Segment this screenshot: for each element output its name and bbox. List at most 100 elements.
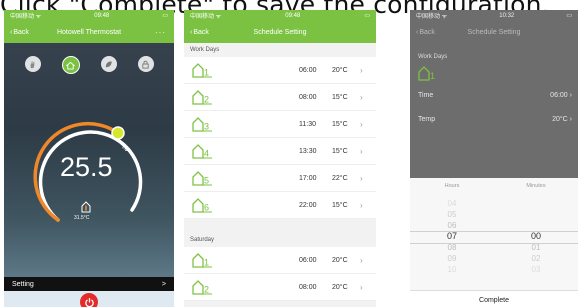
minute-option[interactable]: 03 [494, 264, 578, 275]
back-button[interactable]: ‹ Back [416, 29, 435, 36]
eco-mode-button[interactable] [100, 56, 117, 72]
hours-wheel[interactable]: 04 05 06 07 08 09 10 [410, 198, 494, 275]
picker-divider [410, 243, 578, 244]
hour-option[interactable]: 09 [410, 253, 494, 264]
minute-option[interactable] [494, 220, 578, 231]
schedule-time: 08:00 [299, 283, 317, 291]
chevron-right-icon: › [360, 173, 363, 183]
schedule-time: 17:00 [299, 174, 317, 182]
hour-option[interactable]: 05 [410, 209, 494, 220]
nav-bar: ‹ Back Schedule Setting [410, 21, 578, 43]
status-bar: 中国移动 ᯤ 09:48 ▭ [4, 10, 174, 21]
schedule-temp: 20°C [332, 283, 348, 291]
chevron-right-icon: › [360, 146, 363, 156]
period-1-icon: 1 [192, 63, 212, 78]
time-picker[interactable]: Hours Minutes 04 05 06 07 08 09 10 00 01 02 03 Co… [410, 178, 578, 307]
page-title: Hotowell Thermostat [56, 28, 122, 36]
schedule-row[interactable]: 2 08:00 20°C › [184, 274, 376, 301]
schedule-temp: 15°C [332, 93, 348, 101]
power-button[interactable] [80, 293, 98, 307]
temp-label: Temp [418, 115, 436, 123]
lock-button[interactable] [137, 56, 154, 72]
schedule-temp: 20°C [332, 256, 348, 264]
schedule-time: 08:00 [299, 93, 317, 101]
schedule-screen: 中国移动 ᯤ 09:48 ▭ ‹ Back Schedule Setting W… [184, 10, 376, 307]
chevron-right-icon: > [161, 280, 166, 288]
minute-option[interactable] [494, 209, 578, 220]
schedule-row[interactable]: 6 22:00 15°C › [184, 192, 376, 219]
back-button[interactable]: ‹ Back [10, 29, 29, 36]
schedule-time: 06:00 [299, 256, 317, 264]
hours-label: Hours [444, 183, 460, 189]
status-time: 09:48 [94, 12, 110, 19]
temp-row[interactable]: Temp 20°C › [410, 107, 578, 131]
chevron-left-icon: ‹ [190, 28, 193, 36]
nav-bar: ‹ Back Schedule Setting [184, 21, 376, 43]
workday-schedule-list: 1 06:00 20°C › 2 08:00 15°C › 3 11:30 15°C › 4 13:30 1… [184, 57, 376, 219]
dial-handle[interactable] [111, 126, 125, 140]
chevron-left-icon: ‹ [416, 28, 419, 36]
picker-divider [410, 231, 578, 232]
period-1-icon: 1 [192, 253, 212, 268]
schedule-row[interactable]: 4 13:30 15°C › [184, 138, 376, 165]
hour-option[interactable]: 04 [410, 198, 494, 209]
edit-period-screen: 中国移动 ᯤ 10:32 ▭ ‹ Back Schedule Setting W… [410, 10, 578, 307]
set-temperature: 25.5 [60, 152, 113, 182]
minute-option[interactable]: 00 [494, 231, 578, 242]
home-icon [66, 61, 75, 70]
time-row[interactable]: Time 06:00 › [410, 83, 578, 107]
setting-row[interactable]: Setting > [4, 277, 174, 291]
carrier-label: 中国移动 ᯤ [10, 14, 42, 20]
schedule-row[interactable]: 2 08:00 15°C › [184, 84, 376, 111]
schedule-row[interactable]: 5 17:00 22°C › [184, 165, 376, 192]
svg-text:2: 2 [204, 285, 209, 295]
saturday-schedule-list: 1 06:00 20°C › 2 08:00 20°C › [184, 247, 376, 301]
page-title: Schedule Setting [253, 28, 307, 36]
chevron-left-icon: ‹ [10, 28, 13, 36]
complete-button[interactable]: Complete [410, 290, 578, 307]
schedule-time: 06:00 [299, 66, 317, 74]
schedule-temp: 15°C [332, 120, 348, 128]
hour-option[interactable]: 07 [410, 231, 494, 242]
back-label: Back [193, 28, 209, 36]
svg-text:5: 5 [204, 176, 209, 186]
schedule-row[interactable]: 1 06:00 20°C › [184, 57, 376, 84]
minutes-wheel[interactable]: 00 01 02 03 [494, 198, 578, 275]
minute-option[interactable] [494, 198, 578, 209]
hour-option[interactable]: 10 [410, 264, 494, 275]
schedule-row[interactable]: 1 06:00 20°C › [184, 247, 376, 274]
period-2-icon: 2 [192, 280, 212, 295]
more-button[interactable]: ··· [155, 28, 166, 37]
status-bar: 中国移动 ᯤ 10:32 ▭ [410, 10, 578, 21]
temperature-unit: °C [122, 147, 129, 153]
period-2-icon: 2 [192, 90, 212, 105]
minute-option[interactable]: 02 [494, 253, 578, 264]
hour-option[interactable]: 06 [410, 220, 494, 231]
period-4-icon: 4 [192, 144, 212, 159]
period-1-icon: 1 [418, 66, 435, 81]
back-button[interactable]: ‹ Back [190, 29, 209, 36]
section-header: Work Days [418, 54, 448, 60]
status-bar: 中国移动 ᯤ 09:48 ▭ [184, 10, 376, 21]
back-label: Back [13, 28, 29, 36]
comfort-mode-button[interactable] [24, 56, 41, 72]
page-title: Schedule Setting [467, 28, 521, 36]
chevron-right-icon: › [360, 255, 363, 265]
schedule-time: 22:00 [299, 201, 317, 209]
status-time: 09:48 [285, 12, 301, 19]
section-header-saturday: Saturday [190, 237, 215, 243]
svg-text:2: 2 [204, 95, 209, 105]
home-mode-button[interactable] [61, 56, 80, 74]
schedule-row[interactable]: 3 11:30 15°C › [184, 111, 376, 138]
chevron-right-icon: › [360, 65, 363, 75]
period-3-icon: 3 [192, 117, 212, 132]
schedule-temp: 15°C [332, 201, 348, 209]
svg-text:4: 4 [204, 149, 209, 159]
schedule-temp: 22°C [332, 174, 348, 182]
battery-icon: ▭ [364, 13, 370, 19]
svg-text:1: 1 [204, 68, 209, 78]
chevron-right-icon: › [569, 115, 572, 123]
setting-label: Setting [12, 280, 34, 288]
schedule-time: 13:30 [299, 147, 317, 155]
period-icon-row: 1 [410, 63, 578, 83]
